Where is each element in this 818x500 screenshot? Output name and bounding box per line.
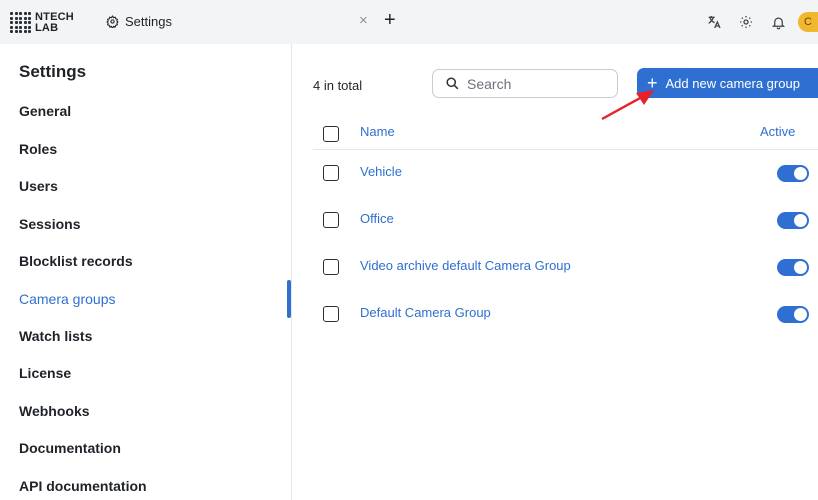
settings-sidebar: Settings General Roles Users Sessions Bl… [0,44,292,500]
tab-close-button[interactable]: × [359,12,368,29]
tab-settings[interactable]: Settings [106,14,172,29]
sidebar-item-users[interactable]: Users [19,178,58,194]
sidebar-item-roles[interactable]: Roles [19,141,57,157]
camera-group-name[interactable]: Vehicle [360,164,402,179]
table-row[interactable]: Vehicle [313,158,818,188]
sidebar-item-sessions[interactable]: Sessions [19,216,80,232]
sidebar-item-blocklist-records[interactable]: Blocklist records [19,253,133,269]
sidebar-item-webhooks[interactable]: Webhooks [19,403,90,419]
bell-icon[interactable] [768,12,788,32]
top-actions: C [692,12,818,32]
table-row[interactable]: Video archive default Camera Group [313,252,818,282]
sidebar-item-api-documentation[interactable]: API documentation [19,478,147,494]
active-nav-indicator [287,280,291,318]
logo-dots-icon [10,12,32,34]
active-toggle[interactable] [777,259,809,276]
add-camera-group-button[interactable]: + Add new camera group [637,68,818,98]
search-icon [446,77,459,90]
column-active-header[interactable]: Active [760,124,795,139]
camera-group-name[interactable]: Video archive default Camera Group [360,258,571,273]
row-checkbox[interactable] [323,212,339,228]
camera-group-name[interactable]: Office [360,211,394,226]
table-header: Name Active [313,118,818,150]
sidebar-item-general[interactable]: General [19,103,71,119]
avatar[interactable]: C [798,12,818,32]
theme-sun-icon[interactable] [736,12,756,32]
camera-group-name[interactable]: Default Camera Group [360,305,491,320]
tab-label: Settings [125,14,172,29]
add-camera-group-label: Add new camera group [665,75,800,91]
active-toggle[interactable] [777,306,809,323]
select-all-checkbox[interactable] [323,126,339,142]
sidebar-item-watch-lists[interactable]: Watch lists [19,328,92,344]
sidebar-item-documentation[interactable]: Documentation [19,440,121,456]
gear-icon [106,15,119,28]
row-checkbox[interactable] [323,259,339,275]
search-input[interactable]: Search [432,69,618,98]
table-row[interactable]: Default Camera Group [313,299,818,329]
annotation-arrow-icon [601,90,654,121]
row-checkbox[interactable] [323,165,339,181]
sidebar-title: Settings [19,62,87,81]
total-count: 4 in total [313,78,363,93]
add-tab-button[interactable]: + [384,9,396,32]
logo-text: NTECH LAB [35,11,74,34]
row-checkbox[interactable] [323,306,339,322]
active-toggle[interactable] [777,212,809,229]
search-placeholder: Search [467,75,512,92]
sidebar-item-camera-groups[interactable]: Camera groups [19,291,116,307]
active-toggle[interactable] [777,165,809,182]
translate-icon[interactable] [704,12,724,32]
table-row[interactable]: Office [313,205,818,235]
column-name-header[interactable]: Name [360,124,395,139]
camera-groups-panel: 4 in total Search + Add new camera group… [293,44,818,500]
sidebar-item-license[interactable]: License [19,365,71,381]
ntech-lab-logo[interactable]: NTECH LAB [10,10,84,36]
top-bar: NTECH LAB Settings × + C [0,0,818,44]
